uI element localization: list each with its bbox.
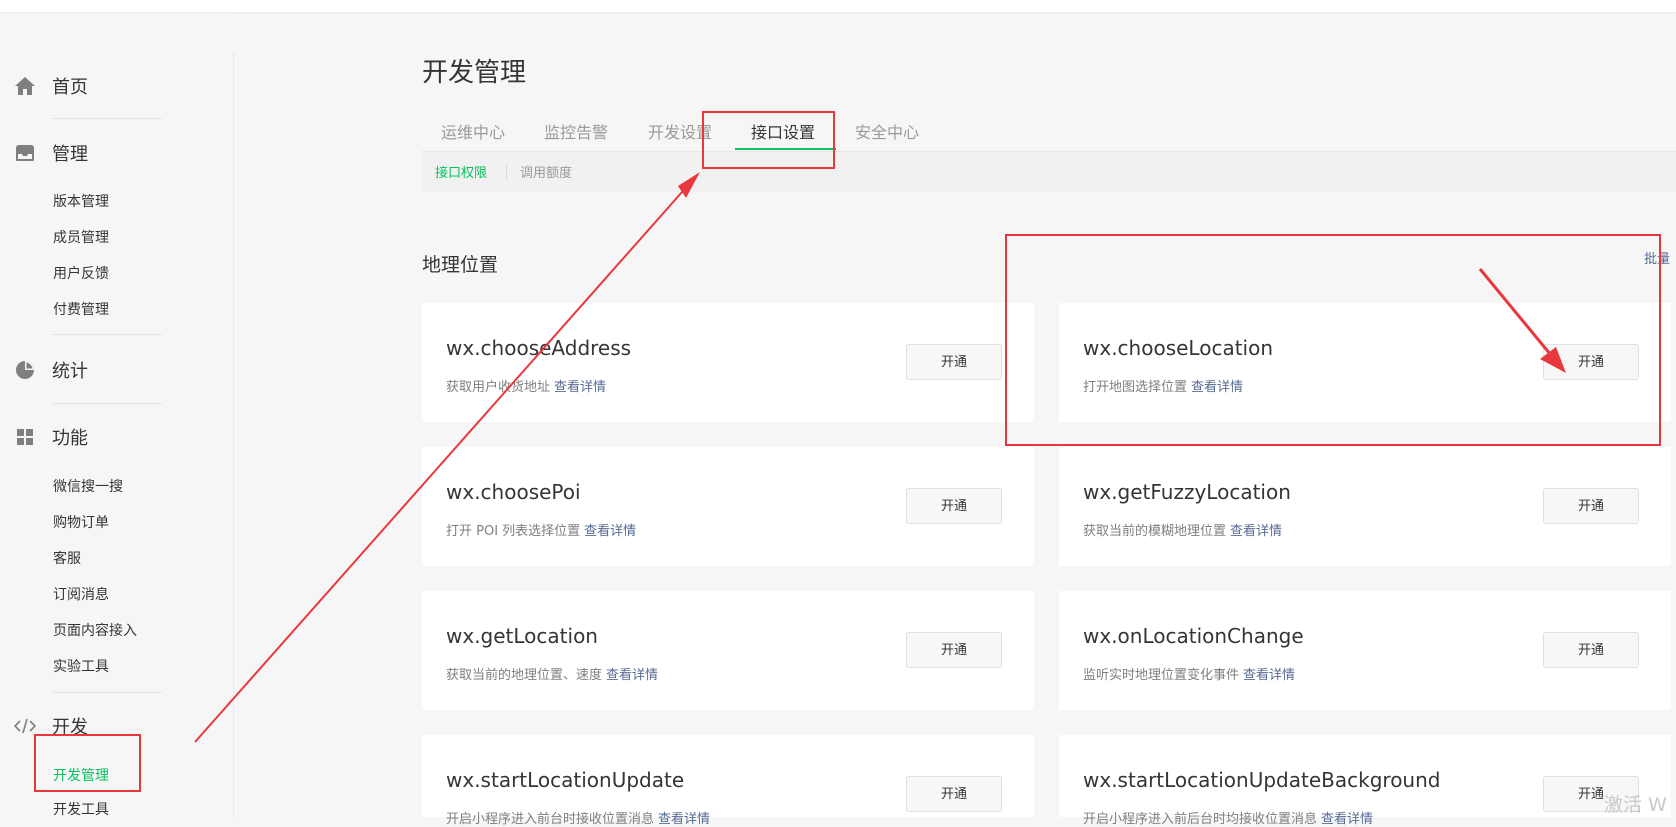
- sidebar-item-version[interactable]: 版本管理: [53, 192, 109, 212]
- detail-link[interactable]: 查看详情: [658, 812, 710, 827]
- api-name: wx.chooseAddress: [446, 336, 632, 360]
- sidebar-group-features[interactable]: 功能: [14, 422, 88, 452]
- api-description-text: 获取当前的地理位置、速度: [446, 668, 603, 683]
- api-description: 获取当前的地理位置、速度 查看详情: [446, 664, 658, 683]
- sidebar-group-label: 管理: [52, 144, 88, 165]
- sidebar-group-stats[interactable]: 统计: [14, 355, 88, 385]
- api-description: 开启小程序进入前后台时均接收位置消息 查看详情: [1083, 808, 1373, 827]
- api-description-text: 开启小程序进入前台时接收位置消息: [446, 812, 655, 827]
- open-button[interactable]: 开通: [906, 344, 1002, 380]
- api-card: wx.onLocationChange 监听实时地理位置变化事件 查看详情 开通: [1059, 591, 1671, 710]
- detail-link[interactable]: 查看详情: [554, 380, 606, 395]
- subtab-quota[interactable]: 调用额度: [520, 162, 572, 181]
- api-card: wx.choosePoi 打开 POI 列表选择位置 查看详情 开通: [422, 447, 1034, 566]
- api-description-text: 获取当前的模糊地理位置: [1083, 524, 1227, 539]
- subtab-bar: [422, 152, 1676, 192]
- annotation-box-tab: [702, 111, 835, 169]
- api-description-text: 监听实时地理位置变化事件: [1083, 668, 1240, 683]
- api-name: wx.getLocation: [446, 624, 598, 648]
- api-card: wx.getLocation 获取当前的地理位置、速度 查看详情 开通: [422, 591, 1034, 710]
- subtab-permissions[interactable]: 接口权限: [435, 162, 487, 181]
- annotation-box-card: [1005, 234, 1661, 446]
- api-name: wx.onLocationChange: [1083, 624, 1304, 648]
- sidebar-item-experiment[interactable]: 实验工具: [53, 657, 109, 677]
- sidebar-group-label: 功能: [52, 428, 88, 449]
- inbox-icon: [14, 142, 36, 164]
- tab-bar: [422, 115, 1676, 152]
- api-name: wx.choosePoi: [446, 480, 581, 504]
- section-title: 地理位置: [422, 254, 499, 276]
- sidebar-item-feedback[interactable]: 用户反馈: [53, 264, 109, 284]
- api-description: 获取当前的模糊地理位置 查看详情: [1083, 520, 1282, 539]
- detail-link[interactable]: 查看详情: [1230, 524, 1282, 539]
- pie-chart-icon: [14, 359, 36, 381]
- api-description: 获取用户收货地址 查看详情: [446, 376, 606, 395]
- open-button[interactable]: 开通: [1543, 632, 1639, 668]
- detail-link[interactable]: 查看详情: [584, 524, 636, 539]
- sidebar-divider: [233, 52, 234, 817]
- top-bar: [0, 0, 1676, 12]
- detail-link[interactable]: 查看详情: [1243, 668, 1295, 683]
- sidebar: [0, 13, 233, 817]
- api-description: 打开 POI 列表选择位置 查看详情: [446, 520, 636, 539]
- sidebar-separator: [52, 118, 162, 119]
- tab-ops[interactable]: 运维中心: [441, 118, 505, 154]
- api-description-text: 获取用户收货地址: [446, 380, 551, 395]
- sidebar-group-label: 统计: [52, 361, 88, 382]
- sidebar-item-orders[interactable]: 购物订单: [53, 513, 109, 533]
- open-button[interactable]: 开通: [906, 632, 1002, 668]
- sidebar-group-label: 首页: [52, 77, 88, 98]
- open-button[interactable]: 开通: [906, 488, 1002, 524]
- activation-watermark: 激活 W: [1604, 794, 1667, 816]
- open-button[interactable]: 开通: [906, 776, 1002, 812]
- api-name: wx.getFuzzyLocation: [1083, 480, 1291, 504]
- api-name: wx.startLocationUpdate: [446, 768, 685, 792]
- sidebar-separator: [52, 692, 162, 693]
- api-card: wx.chooseAddress 获取用户收货地址 查看详情 开通: [422, 303, 1034, 422]
- sidebar-item-service[interactable]: 客服: [53, 549, 81, 569]
- sidebar-group-manage[interactable]: 管理: [14, 138, 88, 168]
- grid-icon: [14, 426, 36, 448]
- sidebar-item-dev-tools[interactable]: 开发工具: [53, 800, 109, 820]
- api-description: 开启小程序进入前台时接收位置消息 查看详情: [446, 808, 710, 827]
- api-card: wx.getFuzzyLocation 获取当前的模糊地理位置 查看详情 开通: [1059, 447, 1671, 566]
- tab-monitoring[interactable]: 监控告警: [544, 118, 608, 154]
- api-card: wx.startLocationUpdate 开启小程序进入前台时接收位置消息查…: [422, 735, 1034, 827]
- sidebar-item-payment[interactable]: 付费管理: [53, 300, 109, 320]
- tab-security[interactable]: 安全中心: [855, 118, 919, 154]
- open-button[interactable]: 开通: [1543, 488, 1639, 524]
- api-description-text: 打开 POI 列表选择位置: [446, 524, 581, 539]
- subtab-divider: [506, 164, 507, 180]
- api-name: wx.startLocationUpdateBackground: [1083, 768, 1441, 792]
- sidebar-separator: [52, 334, 162, 335]
- api-card: wx.startLocationUpdateBackground 开启小程序进入…: [1059, 735, 1671, 827]
- api-description: 监听实时地理位置变化事件 查看详情: [1083, 664, 1295, 683]
- sidebar-item-subscribe[interactable]: 订阅消息: [53, 585, 109, 605]
- home-icon: [14, 75, 36, 97]
- code-icon: [14, 715, 36, 737]
- detail-link[interactable]: 查看详情: [1321, 812, 1373, 827]
- sidebar-item-members[interactable]: 成员管理: [53, 228, 109, 248]
- sidebar-item-search[interactable]: 微信搜一搜: [53, 477, 123, 497]
- annotation-box-sidebar: [34, 734, 141, 792]
- sidebar-separator: [52, 403, 162, 404]
- sidebar-item-content[interactable]: 页面内容接入: [53, 621, 137, 641]
- page-title: 开发管理: [422, 58, 527, 88]
- api-description-text: 开启小程序进入前后台时均接收位置消息: [1083, 812, 1318, 827]
- sidebar-group-home[interactable]: 首页: [14, 71, 88, 101]
- detail-link[interactable]: 查看详情: [606, 668, 658, 683]
